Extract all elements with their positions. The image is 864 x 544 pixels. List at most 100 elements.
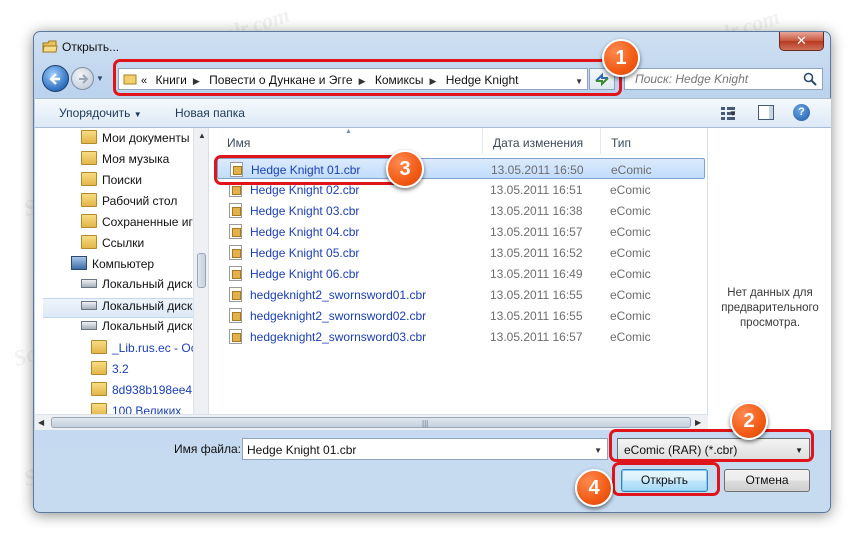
sidebar-item-label: Рабочий стол: [102, 194, 178, 208]
sidebar-item-folder[interactable]: 3.2: [91, 361, 129, 381]
back-button[interactable]: [42, 65, 69, 92]
sidebar-item-label: Моя музыка: [102, 152, 170, 166]
scrollbar-thumb[interactable]: [197, 253, 206, 288]
sidebar-item-my-documents[interactable]: Мои документы: [81, 130, 189, 150]
title-bar: Открыть... ✕: [34, 32, 830, 62]
column-header-date[interactable]: Дата изменения: [483, 128, 601, 154]
file-row[interactable]: hedgeknight2_swornsword03.cbr 13.05.2011…: [217, 326, 705, 347]
forward-arrow-icon: [79, 74, 89, 84]
sidebar-item-saved-games[interactable]: Сохраненные иг: [81, 214, 193, 234]
sidebar-item-searches[interactable]: Поиски: [81, 172, 142, 192]
comic-file-icon: [229, 266, 242, 281]
file-date: 13.05.2011 16:49: [490, 267, 583, 281]
column-header-name[interactable]: ▲ Имя: [217, 128, 483, 154]
file-type: eComic: [610, 288, 651, 302]
navigation-pane[interactable]: Мои документы Моя музыка Поиски Рабочий …: [35, 128, 209, 430]
file-row[interactable]: Hedge Knight 04.cbr 13.05.2011 16:57 eCo…: [217, 221, 705, 242]
grip-icon: |||: [422, 419, 429, 428]
annotation-highlight-filter: [609, 429, 814, 462]
annotation-highlight-address: [113, 59, 622, 96]
file-row[interactable]: Hedge Knight 05.cbr 13.05.2011 16:52 eCo…: [217, 242, 705, 263]
annotation-badge: 3: [386, 150, 424, 188]
file-date: 13.05.2011 16:38: [490, 204, 583, 218]
comic-file-icon: [229, 329, 242, 344]
comic-file-icon: [229, 224, 242, 239]
folder-icon: [81, 235, 97, 249]
scroll-right-icon[interactable]: ▶: [695, 418, 701, 427]
file-type: eComic: [610, 225, 651, 239]
view-dropdown-icon[interactable]: ▼: [729, 109, 737, 118]
preview-message: Нет данных для предварительного просмотр…: [721, 287, 819, 329]
close-icon: ✕: [796, 33, 807, 48]
forward-button[interactable]: [71, 67, 94, 90]
file-row[interactable]: Hedge Knight 06.cbr 13.05.2011 16:49 eCo…: [217, 263, 705, 284]
folder-icon: [91, 340, 107, 354]
annotation-badge: 4: [575, 469, 613, 507]
new-folder-button[interactable]: Новая папка: [175, 106, 245, 120]
file-name: Hedge Knight 02.cbr: [250, 183, 360, 197]
folder-icon: [91, 382, 107, 396]
sidebar-item-local-disk[interactable]: Локальный диск: [43, 298, 193, 318]
sidebar-item-label: Ссылки: [102, 236, 145, 250]
organize-button[interactable]: Упорядочить ▼: [59, 106, 142, 120]
file-name: hedgeknight2_swornsword02.cbr: [250, 309, 427, 323]
sidebar-item-label: 8d938b198ee41: [112, 383, 199, 397]
close-button[interactable]: ✕: [779, 32, 824, 51]
file-name: Hedge Knight 04.cbr: [250, 225, 360, 239]
history-dropdown-icon[interactable]: ▼: [96, 74, 104, 83]
search-box[interactable]: [624, 68, 823, 90]
sidebar-item-desktop[interactable]: Рабочий стол: [81, 193, 177, 213]
comic-file-icon: [229, 245, 242, 260]
file-type: eComic: [611, 163, 652, 177]
scroll-up-icon[interactable]: ▲: [198, 131, 206, 140]
search-input[interactable]: [635, 72, 795, 86]
annotation-badge: 1: [602, 39, 640, 77]
sidebar-item-folder[interactable]: _Lib.rus.ec - Oc: [91, 340, 197, 360]
file-type: eComic: [610, 183, 651, 197]
sort-ascending-icon: ▲: [345, 128, 352, 135]
preview-pane-icon[interactable]: [758, 105, 774, 120]
file-row[interactable]: hedgeknight2_swornsword02.cbr 13.05.2011…: [217, 305, 705, 326]
sidebar-item-label: Сохраненные иг: [102, 215, 193, 229]
sidebar-item-label: Локальный диск: [102, 277, 193, 291]
file-type: eComic: [610, 204, 651, 218]
help-icon[interactable]: ?: [793, 104, 810, 121]
filename-input[interactable]: [247, 442, 587, 457]
sidebar-item-local-disk[interactable]: Локальный диск: [81, 319, 192, 339]
scrollbar-thumb[interactable]: |||: [51, 417, 691, 428]
back-arrow-icon: [49, 73, 60, 85]
file-date: 13.05.2011 16:52: [490, 246, 583, 260]
sidebar-item-label: Поиски: [102, 173, 142, 187]
sidebar-item-folder[interactable]: 8d938b198ee41: [91, 382, 199, 402]
open-folder-icon: [42, 40, 58, 53]
comic-file-icon: [229, 287, 242, 302]
file-type: eComic: [610, 330, 651, 344]
filename-combobox[interactable]: ▼: [242, 438, 608, 460]
scroll-left-icon[interactable]: ◀: [38, 418, 44, 427]
sidebar-item-label: _Lib.rus.ec - Oc: [112, 341, 197, 355]
folder-icon: [81, 151, 97, 165]
search-icon: [803, 72, 817, 86]
annotation-highlight-file: [214, 155, 413, 185]
cancel-button[interactable]: Отмена: [724, 469, 810, 492]
horizontal-scrollbar[interactable]: ◀ ||| ▶: [35, 414, 708, 430]
file-row[interactable]: Hedge Knight 03.cbr 13.05.2011 16:38 eCo…: [217, 200, 705, 221]
nav-scrollbar[interactable]: ▲ ▼: [193, 128, 208, 430]
file-date: 13.05.2011 16:50: [491, 163, 584, 177]
chevron-down-icon: ▼: [133, 110, 142, 119]
folder-icon: [81, 172, 97, 186]
file-type: eComic: [610, 309, 651, 323]
column-header-type[interactable]: Тип: [601, 128, 705, 154]
folder-icon: [91, 361, 107, 375]
computer-icon: [71, 256, 87, 270]
sidebar-item-computer[interactable]: Компьютер: [71, 256, 154, 276]
chevron-down-icon[interactable]: ▼: [594, 446, 602, 455]
sidebar-item-my-music[interactable]: Моя музыка: [81, 151, 169, 171]
file-row[interactable]: hedgeknight2_swornsword01.cbr 13.05.2011…: [217, 284, 705, 305]
column-label: Имя: [227, 136, 251, 150]
toolbar: Упорядочить ▼ Новая папка ▼ ?: [35, 98, 831, 128]
file-name: hedgeknight2_swornsword03.cbr: [250, 330, 427, 344]
sidebar-item-links[interactable]: Ссылки: [81, 235, 144, 255]
sidebar-item-local-disk[interactable]: Локальный диск: [81, 277, 192, 297]
sidebar-item-label: Мои документы: [102, 131, 190, 145]
